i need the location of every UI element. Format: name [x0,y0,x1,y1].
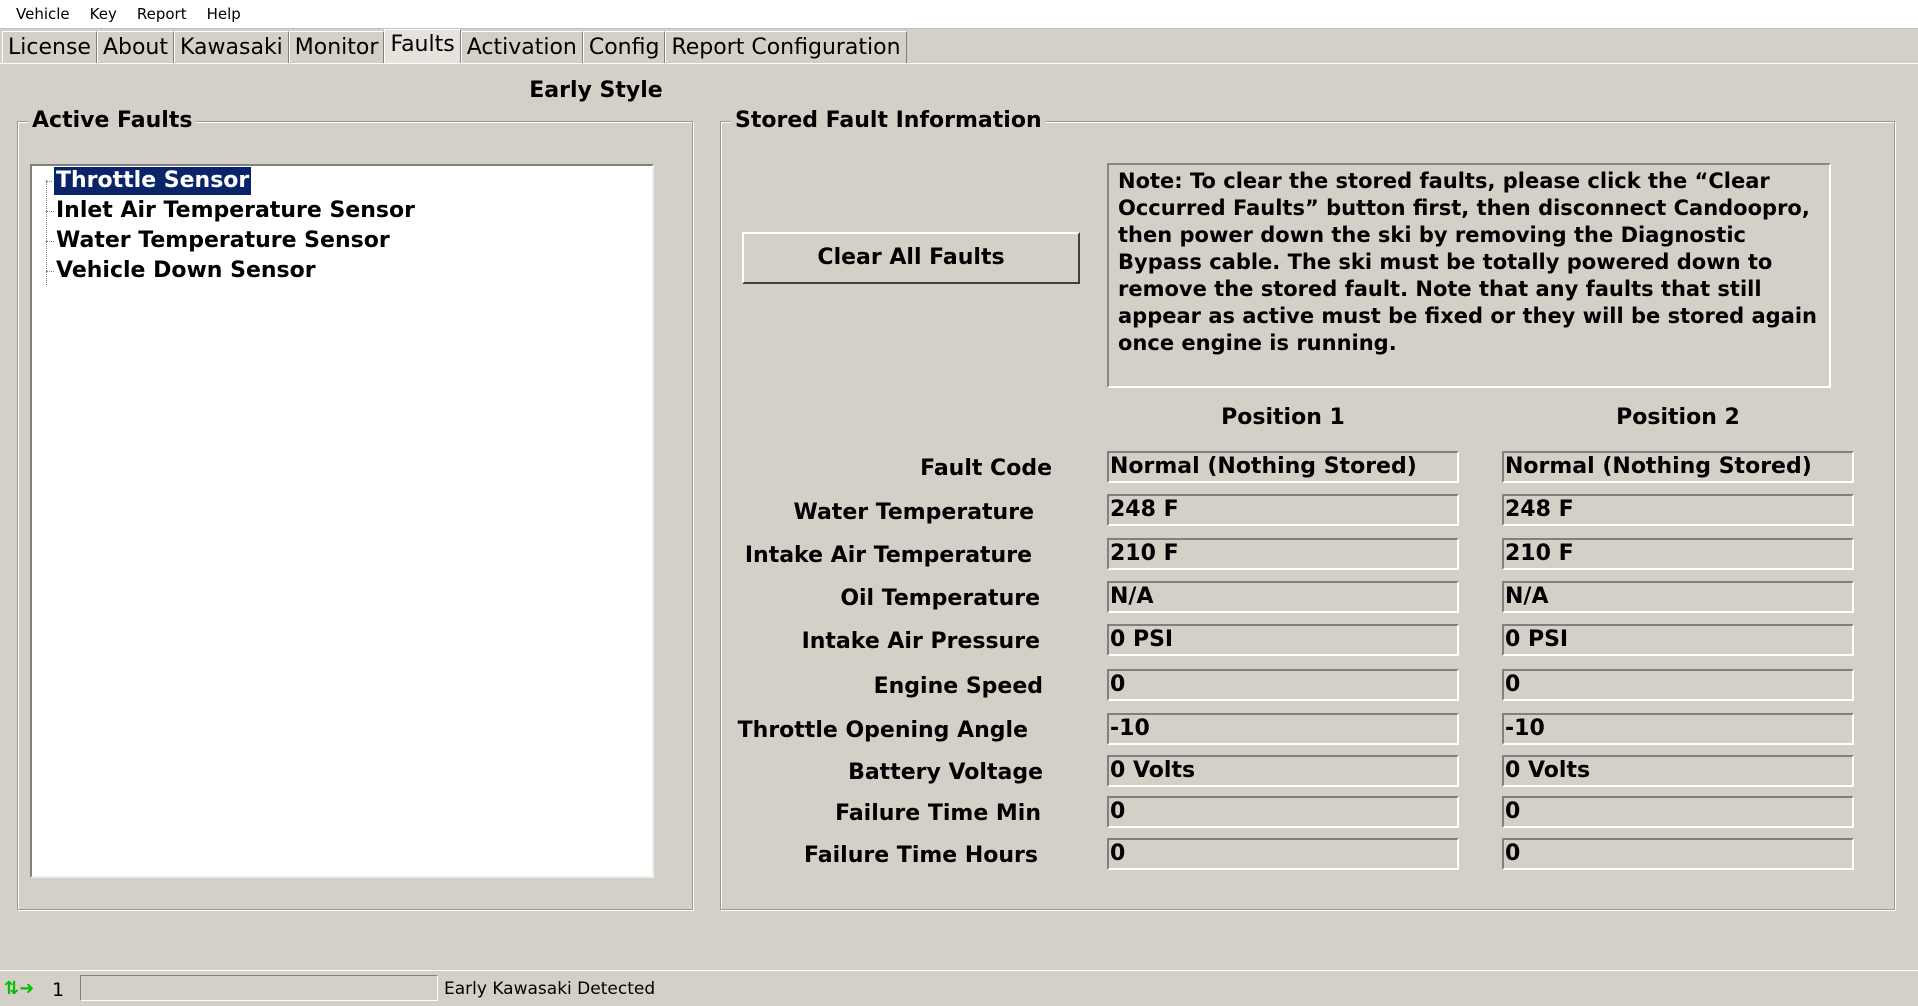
intake-air-temperature-label: Intake Air Temperature [744,543,1032,568]
tree-connector [46,271,54,272]
tab-config[interactable]: Config [582,31,666,63]
tab-bar: License About Kawasaki Monitor Faults Ac… [0,29,1918,64]
status-progress-box [80,975,438,1001]
battery-voltage-p2-field: 0 Volts [1502,755,1854,787]
status-bar: ⇅➜ 1 Early Kawasaki Detected [0,970,1918,1006]
status-text: Early Kawasaki Detected [444,979,656,999]
throttle-opening-angle-p1-field: -10 [1107,713,1459,745]
tree-connector [46,241,54,242]
tab-report-configuration[interactable]: Report Configuration [665,31,907,63]
failure-time-hours-label: Failure Time Hours [804,843,1038,868]
intake-air-temperature-p2-field: 210 F [1502,538,1854,570]
engine-speed-p2-field: 0 [1502,669,1854,701]
intake-air-pressure-label: Intake Air Pressure [801,629,1040,654]
failure-time-min-p1-field: 0 [1107,796,1459,828]
fault-item[interactable]: Inlet Air Temperature Sensor [54,197,417,225]
tab-monitor[interactable]: Monitor [288,31,385,63]
status-number: 1 [52,979,65,1001]
battery-voltage-label: Battery Voltage [848,760,1043,785]
oil-temperature-p2-field: N/A [1502,581,1854,613]
tab-license[interactable]: License [2,31,97,63]
water-temperature-p2-field: 248 F [1502,494,1854,526]
tab-about[interactable]: About [96,31,174,63]
fault-code-p1-field: Normal (Nothing Stored) [1107,451,1459,483]
fault-code-label: Fault Code [920,456,1052,481]
connection-arrows-icon: ⇅➜ [4,978,35,999]
oil-temperature-label: Oil Temperature [840,586,1040,611]
failure-time-hours-p1-field: 0 [1107,838,1459,870]
throttle-opening-angle-label: Throttle Opening Angle [737,718,1028,743]
fault-item[interactable]: Vehicle Down Sensor [54,257,318,285]
menu-help[interactable]: Help [191,0,241,28]
water-temperature-label: Water Temperature [793,500,1034,525]
tab-activation[interactable]: Activation [460,31,583,63]
active-faults-tree[interactable]: Throttle Sensor Inlet Air Temperature Se… [30,164,654,878]
fault-item[interactable]: Throttle Sensor [52,166,253,196]
fault-code-p2-field: Normal (Nothing Stored) [1502,451,1854,483]
clear-all-faults-button[interactable]: Clear All Faults [742,232,1080,284]
tab-faults[interactable]: Faults [384,29,461,63]
position-1-header: Position 1 [1221,405,1345,430]
menu-key[interactable]: Key [74,0,117,28]
position-2-header: Position 2 [1616,405,1740,430]
clear-instructions-note: Note: To clear the stored faults, please… [1107,163,1831,388]
menu-vehicle[interactable]: Vehicle [0,0,70,28]
oil-temperature-p1-field: N/A [1107,581,1459,613]
throttle-opening-angle-p2-field: -10 [1502,713,1854,745]
tree-connector [46,211,54,212]
intake-air-pressure-p1-field: 0 PSI [1107,624,1459,656]
fault-item[interactable]: Water Temperature Sensor [54,227,392,255]
stored-fault-title: Stored Fault Information [731,108,1046,133]
water-temperature-p1-field: 248 F [1107,494,1459,526]
engine-speed-label: Engine Speed [873,674,1043,699]
battery-voltage-p1-field: 0 Volts [1107,755,1459,787]
intake-air-temperature-p1-field: 210 F [1107,538,1459,570]
intake-air-pressure-p2-field: 0 PSI [1502,624,1854,656]
menu-report[interactable]: Report [121,0,187,28]
active-faults-title: Active Faults [28,108,197,133]
failure-time-min-p2-field: 0 [1502,796,1854,828]
tree-connector [46,180,47,285]
failure-time-min-label: Failure Time Min [835,801,1041,826]
failure-time-hours-p2-field: 0 [1502,838,1854,870]
menu-bar: Vehicle Key Report Help [0,0,1918,29]
tab-kawasaki[interactable]: Kawasaki [174,31,289,63]
engine-speed-p1-field: 0 [1107,669,1459,701]
tree-connector [46,181,54,182]
style-label: Early Style [529,78,663,103]
